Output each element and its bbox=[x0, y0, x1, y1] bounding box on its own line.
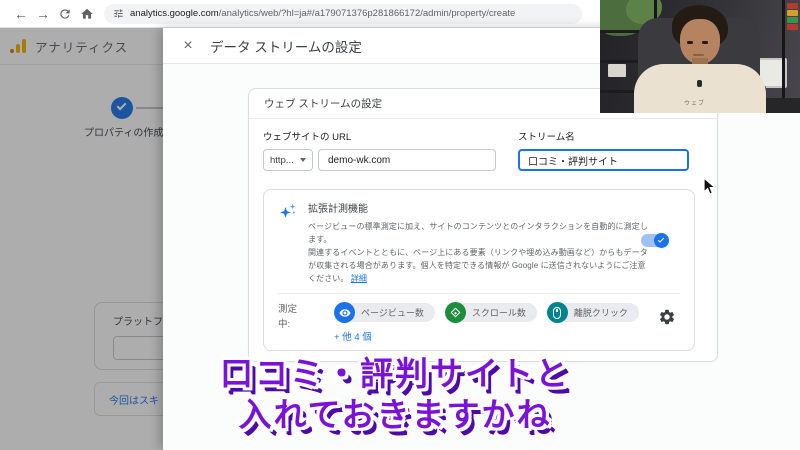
mouse-cursor bbox=[703, 176, 717, 201]
enhanced-desc-1: ページビューの標準測定に加え、サイトのコンテンツとのインタラクションを自動的に測… bbox=[308, 222, 648, 244]
address-bar[interactable]: analytics.google.com/analytics/web/?hl=j… bbox=[104, 3, 582, 24]
sparkle-icon bbox=[278, 200, 300, 285]
badge-scrolls: スクロール数 bbox=[444, 302, 537, 323]
caption-line-1: 口コミ・評判サイトと bbox=[220, 355, 570, 392]
shelf-frame bbox=[782, 0, 785, 113]
url-domain: analytics.google.com bbox=[130, 8, 219, 19]
shelf-item bbox=[608, 64, 626, 77]
protocol-select[interactable]: http... bbox=[263, 149, 313, 171]
background-page: アナリティクス プロパティの作成 プラットフ 今回はスキ bbox=[0, 28, 163, 450]
back-icon[interactable]: ← bbox=[10, 1, 32, 27]
shirt-text: ウェブ bbox=[684, 101, 706, 107]
stream-name-label: ストリーム名 bbox=[518, 132, 575, 143]
modal-scrim[interactable] bbox=[0, 28, 163, 450]
toggle-knob bbox=[654, 233, 669, 248]
mouse-icon bbox=[546, 302, 568, 323]
detail-link[interactable]: 詳細 bbox=[351, 274, 367, 283]
forward-icon[interactable]: → bbox=[32, 1, 54, 27]
enhanced-description: ページビューの標準測定に加え、サイトのコンテンツとのインタラクションを自動的に測… bbox=[308, 220, 648, 285]
badge-label: 離脱クリック bbox=[557, 303, 639, 322]
enhanced-toggle[interactable] bbox=[641, 233, 669, 248]
mic-clip bbox=[697, 80, 702, 87]
caption-overlay: 口コミ・評判サイトと 入れておきますかね bbox=[165, 353, 625, 435]
scroll-icon bbox=[444, 302, 466, 323]
website-url-group: ウェブサイトの URL http... bbox=[263, 127, 496, 171]
url-path: /analytics/web/?hl=ja#/a179071376p281866… bbox=[218, 8, 516, 19]
divider bbox=[278, 293, 680, 294]
protocol-value: http... bbox=[270, 154, 294, 166]
eye-icon bbox=[334, 302, 355, 323]
colored-books bbox=[787, 3, 798, 30]
screen: ← → analytics.google.com/analytics/web/?… bbox=[0, 0, 800, 450]
website-url-label: ウェブサイトの URL bbox=[263, 132, 352, 143]
stream-name-group: ストリーム名 bbox=[518, 127, 693, 171]
chevron-down-icon bbox=[300, 158, 306, 162]
enhanced-measurement-card: 拡張計測機能 ページビューの標準測定に加え、サイトのコンテンツとのインタラクショ… bbox=[263, 189, 695, 351]
modal-title: データ ストリームの設定 bbox=[210, 39, 362, 55]
home-icon[interactable] bbox=[76, 7, 98, 21]
webcam-overlay: ウェブ bbox=[600, 0, 800, 113]
badge-label: ページビュー数 bbox=[345, 303, 435, 322]
web-stream-card: ウェブ ストリームの設定 ウェブサイトの URL http... ストリーム名 bbox=[248, 88, 718, 362]
website-url-input[interactable] bbox=[318, 149, 496, 171]
badge-outbound-clicks: 離脱クリック bbox=[546, 302, 639, 323]
fields-row: ウェブサイトの URL http... ストリーム名 bbox=[249, 119, 717, 171]
person-body: ウェブ bbox=[634, 64, 766, 113]
enhanced-title: 拡張計測機能 bbox=[308, 204, 368, 215]
stream-name-input[interactable] bbox=[518, 149, 689, 171]
badge-pageviews: ページビュー数 bbox=[334, 302, 435, 323]
more-badges-link[interactable]: + 他 4 個 bbox=[334, 329, 372, 343]
measuring-label: 測定中: bbox=[278, 304, 298, 330]
badge-label: スクロール数 bbox=[455, 303, 537, 322]
measurement-badges: ページビュー数 スクロール数 離脱クリック bbox=[334, 302, 680, 323]
caption-line-2: 入れておきますかね bbox=[238, 396, 552, 433]
reload-icon[interactable] bbox=[54, 7, 76, 21]
site-settings-icon bbox=[114, 9, 123, 18]
close-icon[interactable]: × bbox=[178, 37, 198, 55]
gear-icon[interactable] bbox=[658, 308, 676, 326]
